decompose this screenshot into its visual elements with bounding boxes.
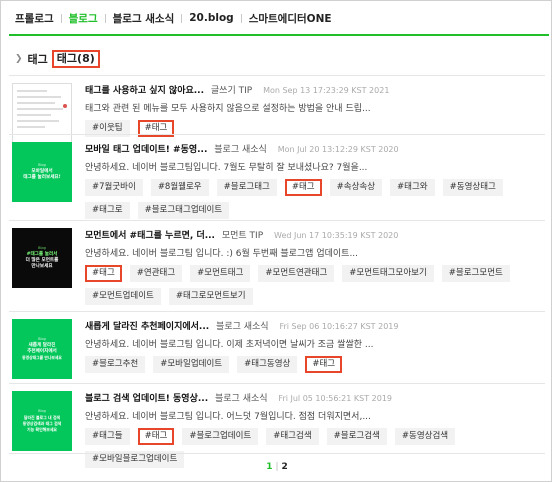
tag-chip[interactable]: #모먼트태그모아보기 bbox=[342, 265, 434, 282]
tag-chip[interactable]: #블로그모먼트 bbox=[441, 265, 510, 282]
post-title[interactable]: 태그를 사용하고 싶지 않아요... bbox=[85, 86, 204, 96]
thumbnail-badge: Blog bbox=[38, 246, 46, 250]
post-title[interactable]: 새롭게 달라진 추천페이지에서... bbox=[85, 322, 209, 332]
tag-header: ❯ 태그 태그(8) bbox=[15, 50, 100, 68]
nav-item-smarteditor[interactable]: 스마트에디터ONE bbox=[249, 11, 332, 26]
post-date: Fri Sep 06 10:16:27 KST 2019 bbox=[279, 322, 399, 331]
tag-chip[interactable]: #모먼트태그 bbox=[190, 265, 251, 282]
post-item: Blog 모바일에서 태그를 눌러보세요! 모바일 태그 업데이트! #동영..… bbox=[9, 134, 545, 220]
post-title[interactable]: 모바일 태그 업데이트! #동영... bbox=[85, 145, 207, 155]
post-category[interactable]: 블로그 새소식 bbox=[216, 322, 269, 332]
post-category[interactable]: 블로그 새소식 bbox=[215, 394, 268, 404]
nav-separator bbox=[104, 13, 106, 23]
nav-separator bbox=[181, 13, 183, 23]
tag-chip[interactable]: #모먼트연관태그 bbox=[258, 265, 335, 282]
tag-chip[interactable]: #7월굿바이 bbox=[85, 179, 143, 196]
post-title[interactable]: 블로그 검색 업데이트! 동영상... bbox=[85, 394, 208, 404]
tag-count-label: 태그(8) bbox=[51, 50, 100, 68]
post-thumbnail[interactable]: Blog 새롭게 달라진 추천페이지에서 동영상태그를 만나보세요 bbox=[12, 319, 72, 379]
post-item: 태그를 사용하고 싶지 않아요... 글쓰기 TIP Mon Sep 13 17… bbox=[9, 75, 545, 143]
tag-chip[interactable]: #태그들 bbox=[85, 428, 130, 445]
thumbnail-caption: 태그를 눌러보세요! bbox=[23, 175, 61, 180]
tag-chip[interactable]: #태그동영상 bbox=[237, 356, 298, 373]
tag-list: #블로그추천 #모바일업데이트 #태그동영상 #태그 bbox=[85, 356, 543, 373]
tag-list: #7월굿바이 #8월웰로우 #블로그태그 #태그 #속상속상 #태그와 #동영상태그 #태그로… bbox=[85, 179, 543, 219]
post-excerpt: 태그와 관련 된 메뉴를 모두 사용하지 않음으로 설정하는 방법을 안내 드립… bbox=[85, 104, 371, 114]
post-excerpt: 안녕하세요. 네이버 블로그팀 입니다. 어느덧 7월입니다. 점점 더워지면서… bbox=[85, 412, 371, 422]
thumbnail-caption: 동영상태그를 만나보세요 bbox=[22, 355, 62, 360]
tag-chip[interactable]: #동영상태그 bbox=[442, 179, 503, 196]
tag-chip[interactable]: #8월웰로우 bbox=[150, 179, 209, 196]
post-title[interactable]: 모먼트에서 #태그를 누르면, 더... bbox=[85, 231, 215, 241]
page-link-current[interactable]: 1 bbox=[266, 462, 272, 472]
post-date: Fri Jul 05 10:56:21 KST 2019 bbox=[278, 394, 392, 403]
post-item: Blog 달라진 블로그 내 검색 동영상검색과 태그 검색 기능 확인해보세요… bbox=[9, 383, 545, 468]
tag-chip-highlighted[interactable]: #태그 bbox=[137, 428, 175, 445]
chevron-right-icon: ❯ bbox=[15, 54, 23, 64]
nav-item-blog-news[interactable]: 블로그 새소식 bbox=[113, 11, 175, 26]
post-item: Blog #태그를 눌러서 더 많은 모먼트를 만나보세요 모먼트에서 #태그를… bbox=[9, 220, 545, 311]
tag-list: #태그 #연관태그 #모먼트태그 #모먼트연관태그 #모먼트태그모아보기 #블로그모먼트 #… bbox=[85, 265, 543, 305]
post-thumbnail[interactable]: Blog #태그를 눌러서 더 많은 모먼트를 만나보세요 bbox=[12, 228, 72, 288]
post-category[interactable]: 글쓰기 TIP bbox=[211, 86, 252, 96]
post-category[interactable]: 블로그 새소식 bbox=[214, 145, 267, 155]
post-date: Mon Sep 13 17:23:29 KST 2021 bbox=[263, 86, 390, 95]
blog-top-nav: 프롤로그 블로그 블로그 새소식 20.blog 스마트에디터ONE bbox=[15, 9, 332, 27]
nav-item-prologue[interactable]: 프롤로그 bbox=[15, 11, 54, 26]
post-item: Blog 새롭게 달라진 추천페이지에서 동영상태그를 만나보세요 새롭게 달라… bbox=[9, 311, 545, 383]
post-thumbnail[interactable]: Blog 달라진 블로그 내 검색 동영상검색과 태그 검색 기능 확인해보세요 bbox=[12, 391, 72, 451]
nav-underline bbox=[9, 34, 549, 36]
page-link[interactable]: 2 bbox=[282, 462, 288, 472]
tag-chip-highlighted[interactable]: #태그 bbox=[284, 179, 322, 196]
tag-chip[interactable]: #블로그태그업데이트 bbox=[137, 202, 230, 219]
tag-chip[interactable]: #태그와 bbox=[390, 179, 435, 196]
pagination-separator: | bbox=[275, 462, 279, 472]
tag-chip[interactable]: #블로그검색 bbox=[326, 428, 387, 445]
tag-chip[interactable]: #태그로 bbox=[85, 202, 130, 219]
nav-separator bbox=[240, 13, 242, 23]
post-thumbnail[interactable]: Blog 모바일에서 태그를 눌러보세요! bbox=[12, 142, 72, 202]
tag-chip-highlighted[interactable]: #태그 bbox=[85, 265, 122, 282]
blog-tag-page: 프롤로그 블로그 블로그 새소식 20.blog 스마트에디터ONE ❯ 태그 … bbox=[0, 0, 552, 482]
tag-chip[interactable]: #속상속상 bbox=[329, 179, 383, 196]
divider bbox=[9, 453, 545, 454]
thumbnail-badge: Blog bbox=[38, 163, 46, 167]
highlight-dot-icon bbox=[63, 104, 67, 108]
tag-chip[interactable]: #모바일업데이트 bbox=[153, 356, 230, 373]
post-excerpt: 안녕하세요. 네이버 블로그팀 입니다. :) 6월 두번째 블로그앱 업데이트… bbox=[85, 249, 359, 259]
thumbnail-caption: 기능 확인해보세요 bbox=[27, 427, 57, 432]
thumbnail-badge: Blog bbox=[38, 337, 46, 341]
tag-chip[interactable]: #동영상검색 bbox=[394, 428, 456, 445]
post-date: Mon Jul 20 13:12:29 KST 2020 bbox=[277, 145, 399, 154]
post-date: Wed Jun 17 10:35:19 KST 2020 bbox=[274, 231, 399, 240]
tag-chip-highlighted[interactable]: #태그 bbox=[305, 356, 343, 373]
post-category[interactable]: 모먼트 TIP bbox=[222, 231, 263, 241]
tag-chip[interactable]: #블로그태그 bbox=[216, 179, 277, 196]
thumbnail-caption: 만나보세요 bbox=[31, 264, 53, 269]
post-excerpt: 안녕하세요. 네이버 블로그팀 입니다. 이제 초저녁이면 날씨가 조금 쌀쌀한… bbox=[85, 340, 374, 350]
tag-chip[interactable]: #모먼트업데이트 bbox=[85, 288, 161, 305]
thumbnail-badge: Blog bbox=[38, 409, 46, 413]
nav-separator bbox=[60, 13, 62, 23]
pagination: 1 | 2 bbox=[1, 462, 552, 472]
nav-item-blog[interactable]: 블로그 bbox=[69, 11, 98, 26]
post-excerpt: 안녕하세요. 네이버 블로그팀입니다. 7월도 무탈히 잘 보내셨나요? 7월을… bbox=[85, 163, 368, 173]
tag-chip[interactable]: #태그검색 bbox=[266, 428, 319, 445]
tag-chip[interactable]: #블로그업데이트 bbox=[182, 428, 259, 445]
tag-chip[interactable]: #태그로모먼트보기 bbox=[168, 288, 253, 305]
tag-chip[interactable]: #블로그추천 bbox=[85, 356, 146, 373]
tag-header-label: 태그 bbox=[27, 53, 48, 66]
tag-chip[interactable]: #연관태그 bbox=[129, 265, 183, 282]
nav-item-20blog[interactable]: 20.blog bbox=[189, 12, 233, 24]
